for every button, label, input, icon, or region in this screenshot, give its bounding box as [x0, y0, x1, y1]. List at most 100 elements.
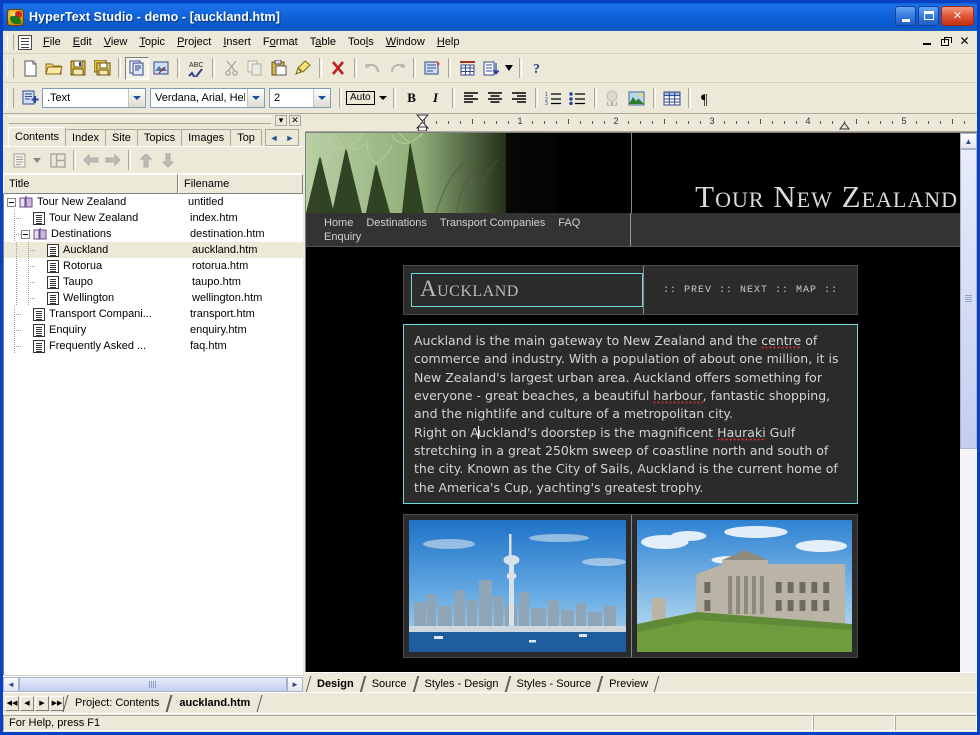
menu-help[interactable]: Help: [431, 33, 466, 51]
maximize-button[interactable]: [918, 6, 939, 26]
tree-row[interactable]: Tour New Zealanduntitled: [4, 194, 303, 210]
vscroll-thumb[interactable]: [960, 149, 977, 449]
italic-button[interactable]: I: [424, 87, 448, 110]
font-color-picker[interactable]: Auto: [346, 88, 387, 108]
style-combo-arrow[interactable]: [128, 89, 145, 107]
demote-button[interactable]: [102, 150, 124, 171]
save-all-button[interactable]: [90, 57, 114, 80]
tab-index[interactable]: Index: [65, 129, 106, 146]
window-tab-auckland[interactable]: auckland.htm: [169, 694, 260, 712]
vscroll-track[interactable]: [960, 449, 977, 672]
move-down-button[interactable]: [157, 150, 179, 171]
mdi-restore-button[interactable]: [937, 33, 954, 49]
minimize-button[interactable]: [895, 6, 916, 26]
indent-marker[interactable]: [416, 114, 430, 131]
show-paragraph-marks-button[interactable]: ¶: [695, 87, 719, 110]
new-topic-button[interactable]: [18, 57, 42, 80]
format-painter-button[interactable]: [291, 57, 315, 80]
tree-row[interactable]: Destinationsdestination.htm: [4, 226, 303, 242]
nav-link-enquiry[interactable]: Enquiry: [324, 230, 361, 244]
undo-button[interactable]: [361, 57, 385, 80]
tab-topics[interactable]: Topics: [137, 129, 182, 146]
properties-button[interactable]: [420, 57, 444, 80]
tree-row[interactable]: Wellingtonwellington.htm: [4, 290, 303, 306]
spell-check-button[interactable]: ABC: [184, 57, 208, 80]
editor-vertical-scrollbar[interactable]: ▲: [960, 133, 977, 672]
tree-row[interactable]: Enquiryenquiry.htm: [4, 322, 303, 338]
redo-button[interactable]: [385, 57, 409, 80]
bulleted-list-button[interactable]: [566, 87, 590, 110]
pane-close-button[interactable]: ✕: [289, 115, 301, 126]
column-header-title[interactable]: Title: [3, 174, 178, 194]
delete-button[interactable]: [326, 57, 350, 80]
hscroll-left-arrow[interactable]: ◄: [3, 677, 19, 692]
close-button[interactable]: ✕: [941, 6, 974, 26]
design-view[interactable]: Tour New Zealand HomeDestinationsTranspo…: [305, 132, 977, 672]
font-combo-arrow[interactable]: [247, 89, 264, 107]
font-combo[interactable]: Verdana, Arial, Hel: [150, 88, 265, 108]
tab-scroll-prev[interactable]: ◄: [266, 130, 282, 145]
tree-row[interactable]: Frequently Asked ...faq.htm: [4, 338, 303, 354]
paste-button[interactable]: [267, 57, 291, 80]
tab-contents[interactable]: Contents: [8, 127, 66, 146]
tab-images[interactable]: Images: [181, 129, 231, 146]
insert-image-button[interactable]: [625, 87, 649, 110]
apply-style-button[interactable]: [18, 87, 42, 110]
nav-link-transport-companies[interactable]: Transport Companies: [440, 216, 545, 230]
menu-view[interactable]: View: [98, 33, 134, 51]
auckland-war-memorial-museum-photo[interactable]: [637, 520, 852, 652]
cut-button[interactable]: [219, 57, 243, 80]
tab-preview[interactable]: Preview: [600, 675, 657, 692]
hscroll-thumb[interactable]: [19, 677, 287, 692]
image-cell-left[interactable]: [404, 515, 631, 657]
tree-expander-collapse-icon[interactable]: [7, 198, 16, 207]
font-size-arrow[interactable]: [313, 89, 330, 107]
tree-row[interactable]: Taupotaupo.htm: [4, 274, 303, 290]
pane-grip[interactable]: [9, 116, 271, 124]
menu-topic[interactable]: Topic: [133, 33, 171, 51]
tab-styles-design[interactable]: Styles - Design: [416, 675, 508, 692]
menu-edit[interactable]: Edit: [67, 33, 98, 51]
copy-topic-button[interactable]: [125, 57, 149, 80]
tab-nav-prev[interactable]: ◀: [20, 696, 34, 711]
split-view-button[interactable]: [47, 150, 69, 171]
vscroll-up-arrow[interactable]: ▲: [960, 133, 977, 149]
page-title-box[interactable]: Auckland: [411, 273, 643, 307]
hscroll-right-arrow[interactable]: ►: [287, 677, 303, 692]
menu-project[interactable]: Project: [171, 33, 217, 51]
move-up-button[interactable]: [135, 150, 157, 171]
tab-stop-marker[interactable]: [839, 122, 850, 130]
tree-row[interactable]: Aucklandauckland.htm: [4, 242, 303, 258]
promote-button[interactable]: [80, 150, 102, 171]
align-center-button[interactable]: [483, 87, 507, 110]
numbered-list-button[interactable]: 123: [542, 87, 566, 110]
font-size-combo[interactable]: 2: [269, 88, 331, 108]
table-properties-button[interactable]: [660, 87, 684, 110]
tab-nav-first[interactable]: ◀◀: [5, 696, 19, 711]
tab-site[interactable]: Site: [105, 129, 138, 146]
align-left-button[interactable]: [459, 87, 483, 110]
page-body-box[interactable]: Auckland is the main gateway to New Zeal…: [403, 324, 858, 504]
save-button[interactable]: [66, 57, 90, 80]
menu-drag-grip[interactable]: [7, 34, 14, 50]
nav-link-destinations[interactable]: Destinations: [366, 216, 427, 230]
mdi-minimize-button[interactable]: [918, 33, 935, 49]
tab-styles-source[interactable]: Styles - Source: [508, 675, 601, 692]
auckland-skyline-sky-tower-photo[interactable]: [409, 520, 626, 652]
pane-menu-button[interactable]: ▾: [275, 115, 287, 126]
sort-dropdown-arrow[interactable]: [503, 57, 515, 80]
tab-scroll-next[interactable]: ►: [282, 130, 298, 145]
page-canvas[interactable]: Tour New Zealand HomeDestinationsTranspo…: [306, 133, 960, 672]
align-right-button[interactable]: [507, 87, 531, 110]
tab-nav-last[interactable]: ▶▶: [50, 696, 64, 711]
formatting-toolbar-grip[interactable]: [7, 88, 14, 108]
tab-top[interactable]: Top: [230, 129, 262, 146]
tree-row[interactable]: Tour New Zealandindex.htm: [4, 210, 303, 226]
tab-source[interactable]: Source: [363, 675, 416, 692]
copy-button[interactable]: [243, 57, 267, 80]
window-tab-project-contents[interactable]: Project: Contents: [65, 694, 169, 712]
standard-toolbar-grip[interactable]: [7, 58, 14, 78]
body-paragraph-2[interactable]: Right on Auckland's doorstep is the magn…: [414, 424, 847, 497]
horizontal-ruler[interactable]: 12345: [305, 114, 977, 132]
open-project-button[interactable]: [42, 57, 66, 80]
